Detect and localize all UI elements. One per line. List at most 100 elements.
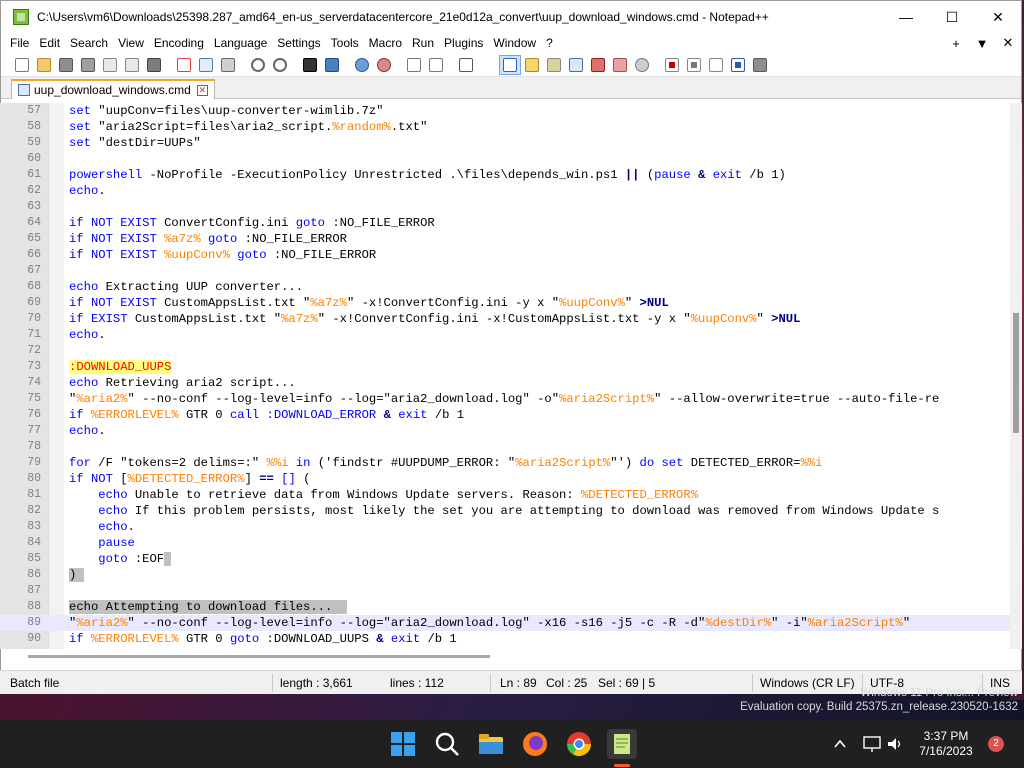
menu-help[interactable]: ? [541,36,558,50]
code-line[interactable]: 85 goto :EOF [0,551,1010,567]
paste-icon[interactable] [217,55,239,75]
maximize-button[interactable]: ☐ [929,1,975,33]
code-line[interactable]: 88 echo Attempting to download files... [0,599,1010,615]
zoom-out-icon[interactable] [373,55,395,75]
tab-close-icon[interactable]: ✕ [196,84,208,96]
code-line[interactable]: 76 if %ERRORLEVEL% GTR 0 call :DOWNLOAD_E… [0,407,1010,423]
code-line[interactable]: 80 if NOT [%DETECTED_ERROR%] == [] ( [0,471,1010,487]
code-line[interactable]: 77 echo. [0,423,1010,439]
show-all-chars-icon[interactable] [477,55,499,75]
vertical-scroll-thumb[interactable] [1013,313,1019,433]
minimize-button[interactable]: — [883,1,929,33]
menu-tools[interactable]: Tools [326,36,364,50]
code-line[interactable]: 74 echo Retrieving aria2 script... [0,375,1010,391]
chevron-up-icon[interactable] [833,737,847,751]
volume-icon[interactable] [886,735,904,753]
chrome-icon[interactable] [565,730,593,758]
code-line[interactable]: 65 if NOT EXIST %a7z% goto :NO_FILE_ERROR [0,231,1010,247]
code-line[interactable]: 62 echo. [0,183,1010,199]
vertical-scrollbar[interactable] [1010,103,1022,649]
menu-language[interactable]: Language [209,36,272,50]
code-line[interactable]: 86) [0,567,1010,583]
eye-icon[interactable] [631,55,653,75]
code-line[interactable]: 75 "%aria2%" --no-conf --log-level=info -… [0,391,1010,407]
code-line[interactable]: 61 powershell -NoProfile -ExecutionPolicy… [0,167,1010,183]
tab-list-dropdown-button[interactable]: ▼ [969,36,995,51]
udl-icon[interactable] [521,55,543,75]
close-tab-button[interactable]: ✕ [995,35,1021,51]
menu-macro[interactable]: Macro [364,36,407,50]
search-icon[interactable] [433,730,461,758]
open-file-icon[interactable] [33,55,55,75]
code-line[interactable]: 87 [0,583,1010,599]
code-line[interactable]: 70 if EXIST CustomAppsList.txt "%a7z%" -x… [0,311,1010,327]
save-icon[interactable] [55,55,77,75]
clock[interactable]: 3:37 PM 7/16/2023 [908,729,984,759]
windows-start-icon[interactable] [389,730,417,758]
file-explorer-icon[interactable] [477,730,505,758]
close-window-button[interactable]: ✕ [975,1,1021,33]
code-line[interactable]: 78 [0,439,1010,455]
run-macro-multiple-icon[interactable] [727,55,749,75]
code-line[interactable]: 57 set "uupConv=files\uup-converter-wimli… [0,103,1010,119]
code-line[interactable]: 82 echo If this problem persists, most l… [0,503,1010,519]
folder-workspace-icon[interactable] [587,55,609,75]
record-macro-icon[interactable] [661,55,683,75]
cut-icon[interactable] [173,55,195,75]
horizontal-scroll-thumb[interactable] [28,655,490,658]
print-icon[interactable] [143,55,165,75]
menu-file[interactable]: File [5,36,34,50]
doc-map-icon[interactable] [543,55,565,75]
code-line[interactable]: 90 if %ERRORLEVEL% GTR 0 goto :DOWNLOAD_U… [0,631,1010,647]
play-macro-icon[interactable] [705,55,727,75]
menu-run[interactable]: Run [407,36,439,50]
code-line[interactable]: 67 [0,263,1010,279]
firefox-icon[interactable] [521,730,549,758]
zoom-in-icon[interactable] [351,55,373,75]
menu-search[interactable]: Search [65,36,113,50]
code-line[interactable]: 81 echo Unable to retrieve data from Win… [0,487,1010,503]
monitor-icon[interactable] [609,55,631,75]
function-list-icon[interactable] [565,55,587,75]
code-line[interactable]: 60 [0,151,1010,167]
menu-settings[interactable]: Settings [272,36,325,50]
sync-horizontal-icon[interactable] [425,55,447,75]
network-icon[interactable] [862,735,882,753]
menu-edit[interactable]: Edit [34,36,65,50]
sync-vertical-icon[interactable] [403,55,425,75]
code-line[interactable]: 66 if NOT EXIST %uupConv% goto :NO_FILE_E… [0,247,1010,263]
replace-icon[interactable] [321,55,343,75]
code-line[interactable]: 73:DOWNLOAD_UUPS [0,359,1010,375]
word-wrap-icon[interactable] [455,55,477,75]
redo-icon[interactable] [269,55,291,75]
menu-plugins[interactable]: Plugins [439,36,488,50]
notification-badge[interactable]: 2 [988,736,1004,752]
stop-macro-icon[interactable] [683,55,705,75]
code-line[interactable]: 79 for /F "tokens=2 delims=:" %%i in ('fi… [0,455,1010,471]
save-all-icon[interactable] [77,55,99,75]
title-bar[interactable]: C:\Users\vm6\Downloads\25398.287_amd64_e… [1,1,1021,33]
menu-window[interactable]: Window [488,36,541,50]
code-line[interactable]: 72 [0,343,1010,359]
code-editor[interactable]: 57 set "uupConv=files\uup-converter-wimli… [0,103,1010,649]
new-tab-button[interactable]: + [943,36,969,51]
save-macro-icon[interactable] [749,55,771,75]
code-line[interactable]: 71 echo. [0,327,1010,343]
new-file-icon[interactable] [11,55,33,75]
notepadpp-icon[interactable] [607,729,637,759]
code-line[interactable]: 69 if NOT EXIST CustomAppsList.txt "%a7z%… [0,295,1010,311]
code-line[interactable]: 89 " %aria2%" --no-conf --log-level=info -… [0,615,1010,631]
menu-encoding[interactable]: Encoding [149,36,209,50]
code-line[interactable]: 84 pause [0,535,1010,551]
find-icon[interactable] [299,55,321,75]
code-line[interactable]: 58 set "aria2Script=files\aria2_script.%r… [0,119,1010,135]
code-line[interactable]: 63 [0,199,1010,215]
menu-view[interactable]: View [113,36,149,50]
copy-icon[interactable] [195,55,217,75]
code-line[interactable]: 83 echo. [0,519,1010,535]
code-line[interactable]: 64 if NOT EXIST ConvertConfig.ini goto :N… [0,215,1010,231]
code-line[interactable]: 59 set "destDir=UUPs" [0,135,1010,151]
close-all-icon[interactable] [121,55,143,75]
tab-uup-download-windows-cmd[interactable]: uup_download_windows.cmd ✕ [11,79,215,99]
undo-icon[interactable] [247,55,269,75]
